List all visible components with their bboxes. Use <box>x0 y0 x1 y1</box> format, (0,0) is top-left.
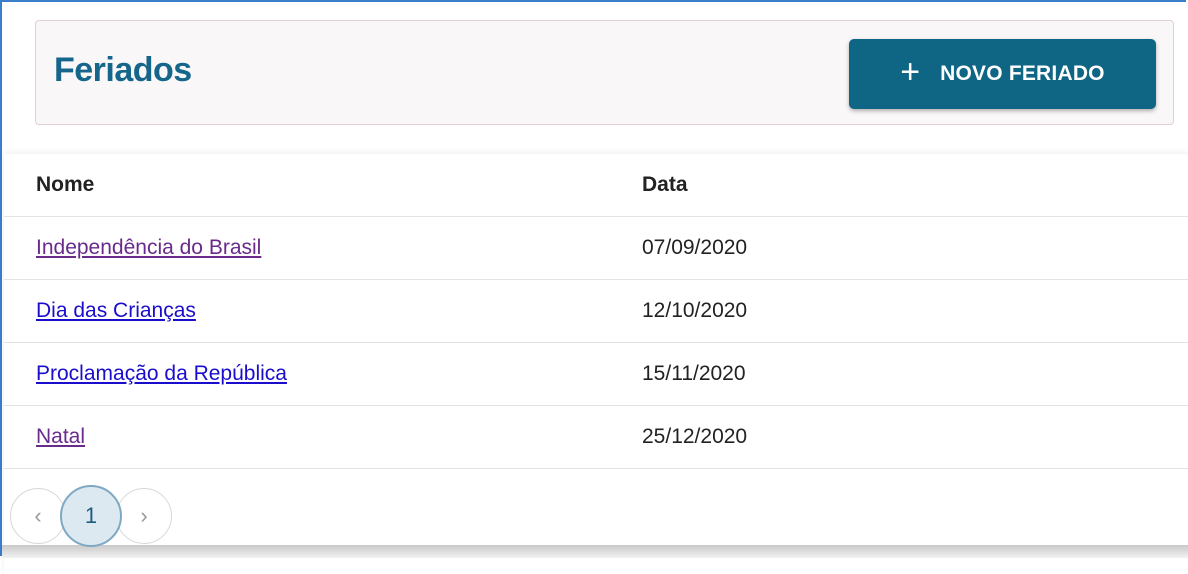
holiday-link[interactable]: Dia das Crianças <box>36 299 196 323</box>
name-cell: Dia das Crianças <box>36 280 196 342</box>
date-cell: 07/09/2020 <box>642 236 748 259</box>
pagination: ‹ 1 › <box>10 484 172 548</box>
holiday-link[interactable]: Independência do Brasil <box>36 236 261 260</box>
page-header: Feriados + NOVO FERIADO <box>35 20 1174 125</box>
date-cell: 12/10/2020 <box>642 299 748 322</box>
table-row: Proclamação da República 15/11/2020 <box>4 343 1188 406</box>
date-cell: 15/11/2020 <box>642 362 746 385</box>
name-cell: Independência do Brasil <box>36 217 261 279</box>
plus-icon: + <box>900 53 921 91</box>
table-header-row: Nome Data <box>4 154 1188 217</box>
name-cell: Natal <box>36 406 85 468</box>
next-page-button[interactable]: › <box>116 488 172 544</box>
name-cell: Proclamação da República <box>36 343 287 405</box>
table-row: Dia das Crianças 12/10/2020 <box>4 280 1188 343</box>
column-header-date[interactable]: Data <box>642 154 688 216</box>
app-frame: Feriados + NOVO FERIADO Nome Data Indepe… <box>0 0 1188 574</box>
chevron-right-icon: › <box>140 503 148 528</box>
new-holiday-button[interactable]: + NOVO FERIADO <box>849 39 1156 109</box>
holidays-table: Nome Data Independência do Brasil 07/09/… <box>4 154 1188 574</box>
holiday-link[interactable]: Natal <box>36 425 85 449</box>
chevron-left-icon: ‹ <box>34 503 42 528</box>
page-title: Feriados <box>54 51 192 89</box>
new-holiday-button-label: NOVO FERIADO <box>940 62 1105 85</box>
page-1-button[interactable]: 1 <box>60 485 122 547</box>
table-row: Independência do Brasil 07/09/2020 <box>4 217 1188 280</box>
date-cell: 25/12/2020 <box>642 425 748 448</box>
column-header-name[interactable]: Nome <box>36 154 94 216</box>
holiday-link[interactable]: Proclamação da República <box>36 362 287 386</box>
previous-page-button[interactable]: ‹ <box>10 488 66 544</box>
table-row: Natal 25/12/2020 <box>4 406 1188 469</box>
bottom-shadow <box>2 545 1188 558</box>
